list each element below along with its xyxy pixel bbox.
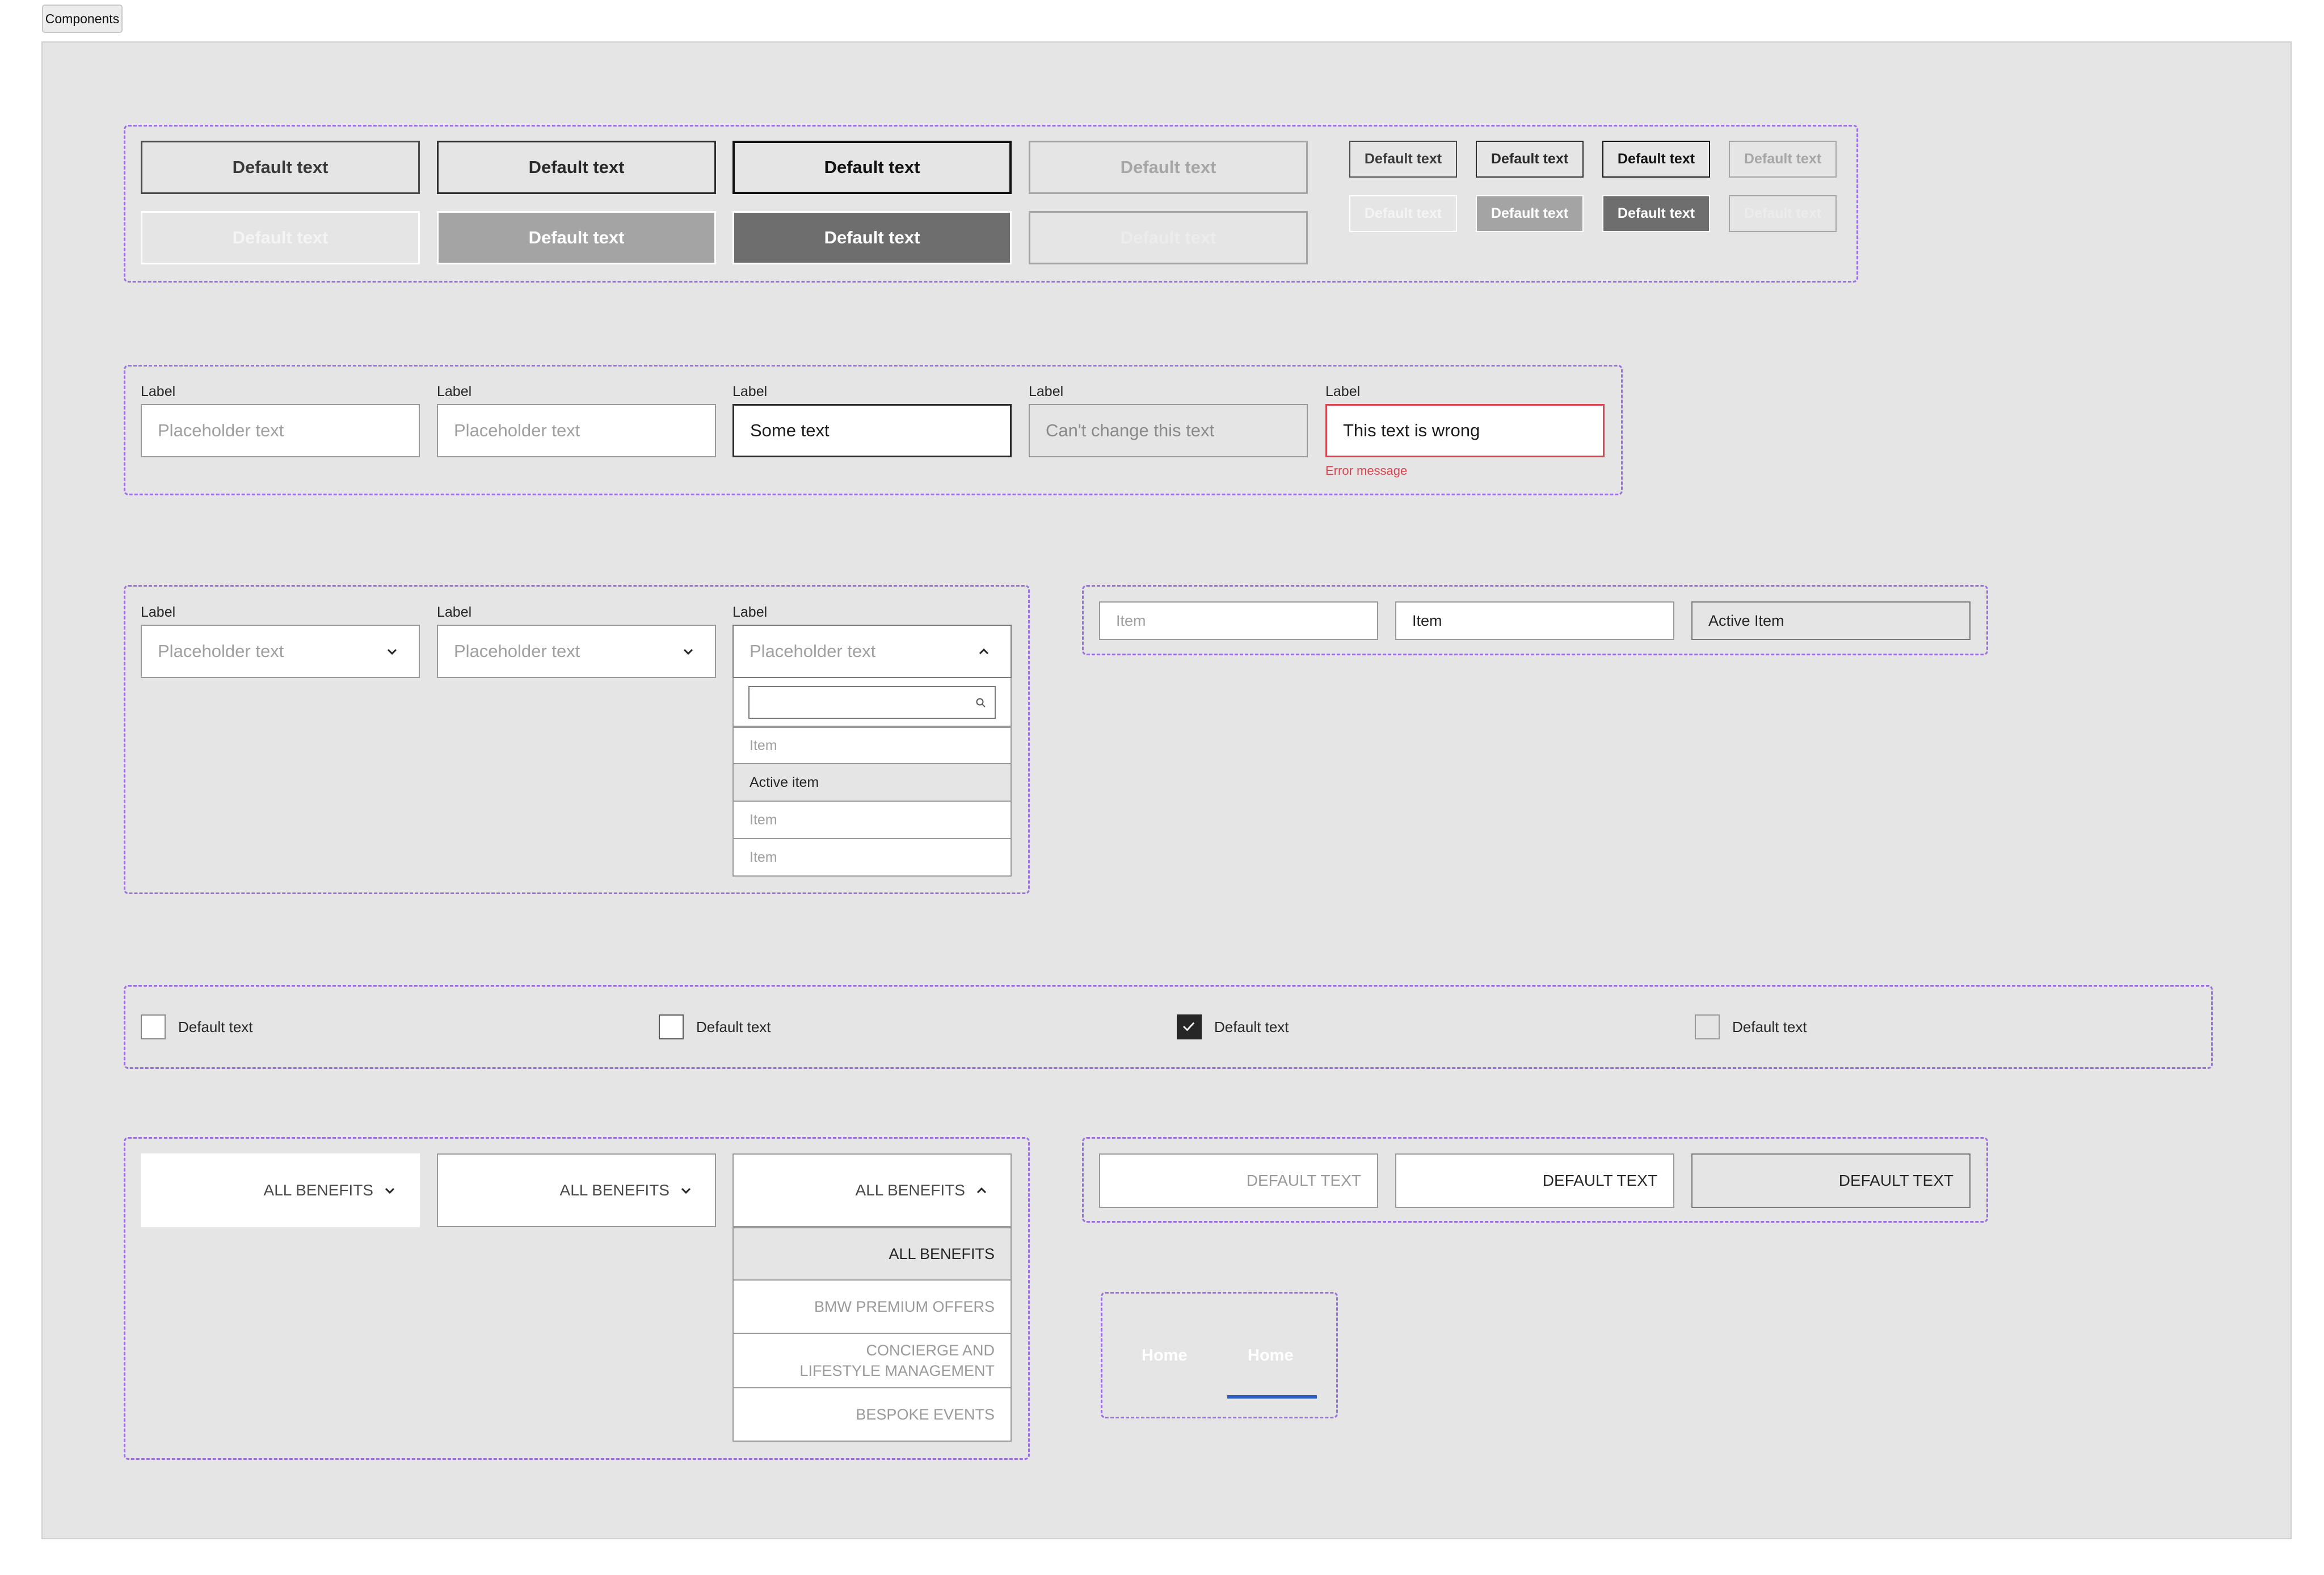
input-label: Label [437, 384, 472, 399]
chevron-up-icon [979, 648, 989, 655]
filter-option[interactable]: BESPOKE EVENTS [732, 1388, 1012, 1442]
error-message: Error message [1325, 464, 1408, 478]
nav-link-active[interactable]: Home [1248, 1346, 1294, 1365]
dropdown-placeholder: Placeholder text [454, 641, 580, 661]
button-active[interactable]: Default text [732, 141, 1012, 194]
checkbox-unchecked[interactable] [141, 1014, 166, 1039]
input-label: Label [1029, 384, 1064, 399]
filter-option[interactable]: BMW PREMIUM OFFERS [732, 1281, 1012, 1334]
button-hover[interactable]: Default text [437, 141, 716, 194]
button-inverse-active[interactable]: Default text [732, 211, 1012, 264]
dropdown-label: Label [141, 604, 176, 620]
input-label: Label [1325, 384, 1361, 399]
filter-label: ALL BENEFITS [855, 1181, 965, 1199]
dropdown-closed[interactable]: Placeholder text [141, 625, 420, 678]
filter-label: ALL BENEFITS [559, 1181, 670, 1199]
text-input-empty[interactable]: Placeholder text [141, 404, 420, 457]
nav-link[interactable]: Home [1142, 1346, 1188, 1365]
checkbox-label: Default text [178, 1018, 253, 1035]
filter-dropdown-closed[interactable]: ALL BENEFITS [141, 1153, 420, 1227]
filter-dropdown-open[interactable]: ALL BENEFITS [732, 1153, 1012, 1227]
nav-frame [1101, 1292, 1338, 1418]
upper-button-default[interactable]: DEFAULT TEXT [1099, 1153, 1378, 1208]
chevron-down-icon [385, 1187, 395, 1194]
dropdown-option[interactable]: Item [732, 727, 1012, 764]
chevron-up-icon [976, 1187, 987, 1194]
checkbox-label: Default text [1732, 1018, 1807, 1035]
small-button-hover[interactable]: Default text [1476, 141, 1584, 178]
button-inverse-disabled[interactable]: Default text [1029, 211, 1308, 264]
input-label: Label [732, 384, 768, 399]
checkboxes-frame [124, 985, 2213, 1069]
dropdown-label: Label [437, 604, 472, 620]
small-button-disabled[interactable]: Default text [1729, 141, 1837, 178]
chevron-down-icon [683, 648, 693, 655]
checkmark-icon [1183, 1022, 1195, 1031]
text-input-hover[interactable]: Placeholder text [437, 404, 716, 457]
dropdown-option-active[interactable]: Active item [732, 764, 1012, 802]
dropdown-search-input[interactable] [748, 686, 996, 719]
chevron-down-icon [681, 1187, 691, 1194]
dropdown-placeholder: Placeholder text [158, 641, 284, 661]
filter-dropdown-hover[interactable]: ALL BENEFITS [437, 1153, 716, 1227]
segment-item-active[interactable]: Active Item [1691, 601, 1971, 640]
button-inverse-default[interactable]: Default text [141, 211, 420, 264]
checkbox-hover[interactable] [659, 1014, 684, 1039]
checkbox-label: Default text [696, 1018, 771, 1035]
checkbox-label: Default text [1214, 1018, 1289, 1035]
small-button-default[interactable]: Default text [1349, 141, 1457, 178]
checkbox-disabled[interactable] [1695, 1014, 1720, 1039]
segment-item-hover[interactable]: Item [1395, 601, 1674, 640]
upper-button-hover[interactable]: DEFAULT TEXT [1395, 1153, 1674, 1208]
dropdown-open[interactable]: Placeholder text [732, 625, 1012, 678]
checkbox-checked[interactable] [1177, 1014, 1202, 1039]
text-input-error[interactable]: This text is wrong [1325, 404, 1605, 457]
filter-label: ALL BENEFITS [263, 1181, 373, 1199]
nav-active-underline [1227, 1395, 1317, 1399]
small-button-inverse-hover[interactable]: Default text [1476, 195, 1584, 232]
button-default[interactable]: Default text [141, 141, 420, 194]
small-button-inverse-disabled[interactable]: Default text [1729, 195, 1837, 232]
small-button-inverse-active[interactable]: Default text [1602, 195, 1710, 232]
upper-button-active[interactable]: DEFAULT TEXT [1691, 1153, 1971, 1208]
components-tag[interactable]: Components [42, 5, 123, 33]
filter-option[interactable]: CONCIERGE AND LIFESTYLE MANAGEMENT [732, 1334, 1012, 1388]
button-inverse-hover[interactable]: Default text [437, 211, 716, 264]
chevron-down-icon [387, 648, 397, 655]
input-label: Label [141, 384, 176, 399]
dropdown-option[interactable]: Item [732, 802, 1012, 839]
text-input-readonly[interactable]: Can't change this text [1029, 404, 1308, 457]
small-button-active[interactable]: Default text [1602, 141, 1710, 178]
filter-option-active[interactable]: ALL BENEFITS [732, 1227, 1012, 1281]
dropdown-option[interactable]: Item [732, 839, 1012, 877]
dropdown-label: Label [732, 604, 768, 620]
segment-item[interactable]: Item [1099, 601, 1378, 640]
small-button-inverse-default[interactable]: Default text [1349, 195, 1457, 232]
text-input-filled[interactable]: Some text [732, 404, 1012, 457]
dropdown-hover[interactable]: Placeholder text [437, 625, 716, 678]
dropdown-placeholder: Placeholder text [750, 641, 876, 661]
button-disabled[interactable]: Default text [1029, 141, 1308, 194]
search-icon [976, 698, 986, 708]
